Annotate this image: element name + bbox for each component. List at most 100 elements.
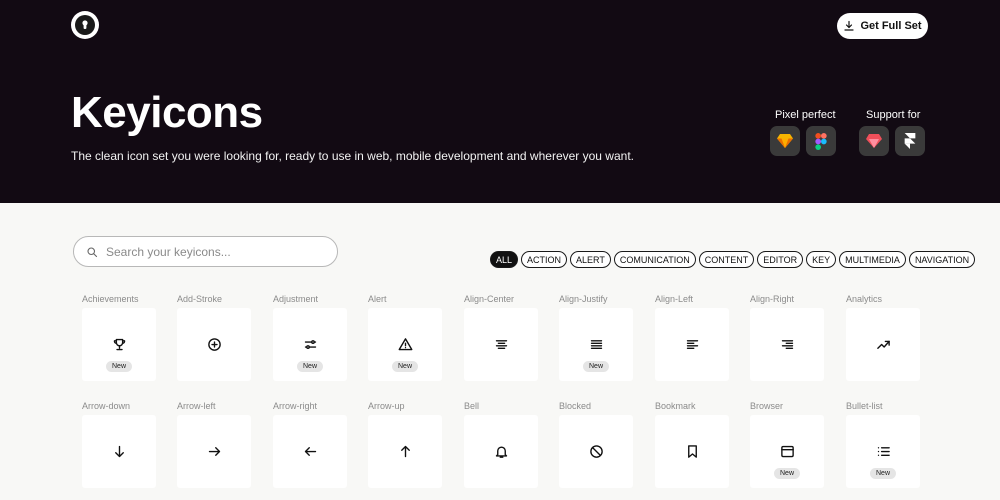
filter-chip-content[interactable]: CONTENT	[698, 251, 755, 268]
new-badge: New	[296, 361, 324, 372]
filter-chip-alert[interactable]: ALERT	[570, 251, 611, 268]
icon-card[interactable]	[464, 308, 538, 381]
craft-icon[interactable]	[859, 126, 889, 156]
filter-chip-all[interactable]: ALL	[490, 251, 519, 268]
new-badge: New	[773, 468, 801, 479]
icon-card[interactable]: New	[273, 308, 347, 381]
bullet-list-icon	[876, 444, 891, 459]
icon-tile: Bullet-list New	[846, 401, 920, 488]
icon-tile: Align-Justify New	[559, 294, 633, 381]
filter-chip-comunication[interactable]: COMUNICATION	[613, 251, 696, 268]
align-left-icon	[685, 337, 700, 352]
pixel-perfect-label: Pixel perfect	[775, 109, 836, 121]
category-filters: ALL ACTION ALERT COMUNICATION CONTENT EDITOR K…	[490, 251, 976, 268]
arrow-down-icon	[112, 444, 127, 459]
icon-card[interactable]	[273, 415, 347, 488]
add-circle-icon	[207, 337, 222, 352]
icon-tile: Arrow-left	[177, 401, 251, 488]
icon-tile-label: Achievements	[82, 294, 139, 304]
icon-card[interactable]: New	[559, 308, 633, 381]
trend-up-icon	[876, 337, 891, 352]
icon-tile: Bookmark	[655, 401, 729, 488]
icon-tile: Align-Right	[750, 294, 824, 381]
icon-tile-label: Arrow-right	[273, 401, 318, 411]
search-icon	[87, 246, 98, 257]
icon-card[interactable]: New	[82, 308, 156, 381]
icon-tile: Add-Stroke	[177, 294, 251, 381]
page-subtitle: The clean icon set you were looking for,…	[71, 149, 634, 163]
warning-triangle-icon	[398, 337, 413, 352]
new-badge: New	[582, 361, 610, 372]
icon-tile: Blocked	[559, 401, 633, 488]
icon-tile: Achievements New	[82, 294, 156, 381]
icon-tile: Bell	[464, 401, 538, 488]
filter-chip-navigation[interactable]: NAVIGATION	[908, 251, 976, 268]
icon-tile: Align-Center	[464, 294, 538, 381]
page-title: Keyicons	[71, 88, 263, 137]
icon-tile: Arrow-right	[273, 401, 347, 488]
search-input[interactable]	[106, 244, 316, 259]
arrow-left-icon	[303, 444, 318, 459]
align-right-icon	[780, 337, 795, 352]
figma-icon[interactable]	[806, 126, 836, 156]
framer-icon[interactable]	[895, 126, 925, 156]
browser-icon	[780, 444, 795, 459]
icon-tile-label: Bullet-list	[846, 401, 883, 411]
blocked-icon	[589, 444, 604, 459]
keyhole-icon[interactable]	[71, 11, 99, 39]
icon-tile-label: Add-Stroke	[177, 294, 223, 304]
icon-card[interactable]	[750, 308, 824, 381]
icon-card[interactable]	[177, 308, 251, 381]
icon-tile: Arrow-down	[82, 401, 156, 488]
icon-tile-label: Align-Center	[464, 294, 515, 304]
arrow-up-icon	[398, 444, 413, 459]
icon-card[interactable]: New	[368, 308, 442, 381]
icon-card[interactable]	[655, 415, 729, 488]
icon-card[interactable]	[368, 415, 442, 488]
icon-tile-label: Align-Justify	[559, 294, 608, 304]
hero-header: Get Full Set Keyicons The clean icon set…	[0, 0, 1000, 203]
trophy-icon	[112, 337, 127, 352]
icon-tile: Browser New	[750, 401, 824, 488]
sketch-icon[interactable]	[770, 126, 800, 156]
icon-card[interactable]	[846, 308, 920, 381]
icon-card[interactable]	[655, 308, 729, 381]
get-full-set-button[interactable]: Get Full Set	[837, 13, 928, 39]
download-icon	[844, 20, 855, 31]
align-center-icon	[494, 337, 509, 352]
icon-tile-label: Adjustment	[273, 294, 319, 304]
support-for-label: Support for	[866, 109, 921, 121]
filter-chip-key[interactable]: KEY	[806, 251, 837, 268]
icon-tile-label: Align-Right	[750, 294, 795, 304]
icon-tile-label: Bell	[464, 401, 480, 411]
search-bar[interactable]	[73, 236, 338, 267]
icon-tile-label: Browser	[750, 401, 784, 411]
icon-card[interactable]	[559, 415, 633, 488]
filter-chip-multimedia[interactable]: MULTIMEDIA	[839, 251, 906, 268]
icon-tile-label: Analytics	[846, 294, 883, 304]
icon-card[interactable]: New	[750, 415, 824, 488]
icon-card[interactable]	[177, 415, 251, 488]
arrow-right-icon	[207, 444, 222, 459]
align-justify-icon	[589, 337, 604, 352]
bookmark-icon	[685, 444, 700, 459]
icon-tile-label: Blocked	[559, 401, 592, 411]
icon-tile: Adjustment New	[273, 294, 347, 381]
icon-tile: Alert New	[368, 294, 442, 381]
icon-card[interactable]	[464, 415, 538, 488]
get-full-set-label: Get Full Set	[860, 20, 922, 32]
icon-tile-label: Bookmark	[655, 401, 696, 411]
new-badge: New	[105, 361, 133, 372]
icon-tile: Analytics	[846, 294, 920, 381]
new-badge: New	[391, 361, 419, 372]
icon-card[interactable]	[82, 415, 156, 488]
icon-tile-label: Arrow-up	[368, 401, 405, 411]
bell-icon	[494, 444, 509, 459]
icon-card[interactable]: New	[846, 415, 920, 488]
new-badge: New	[869, 468, 897, 479]
filter-chip-editor[interactable]: EDITOR	[757, 251, 804, 268]
icon-tile: Align-Left	[655, 294, 729, 381]
sliders-icon	[303, 337, 318, 352]
filter-chip-action[interactable]: ACTION	[521, 251, 568, 268]
icon-tile: Arrow-up	[368, 401, 442, 488]
